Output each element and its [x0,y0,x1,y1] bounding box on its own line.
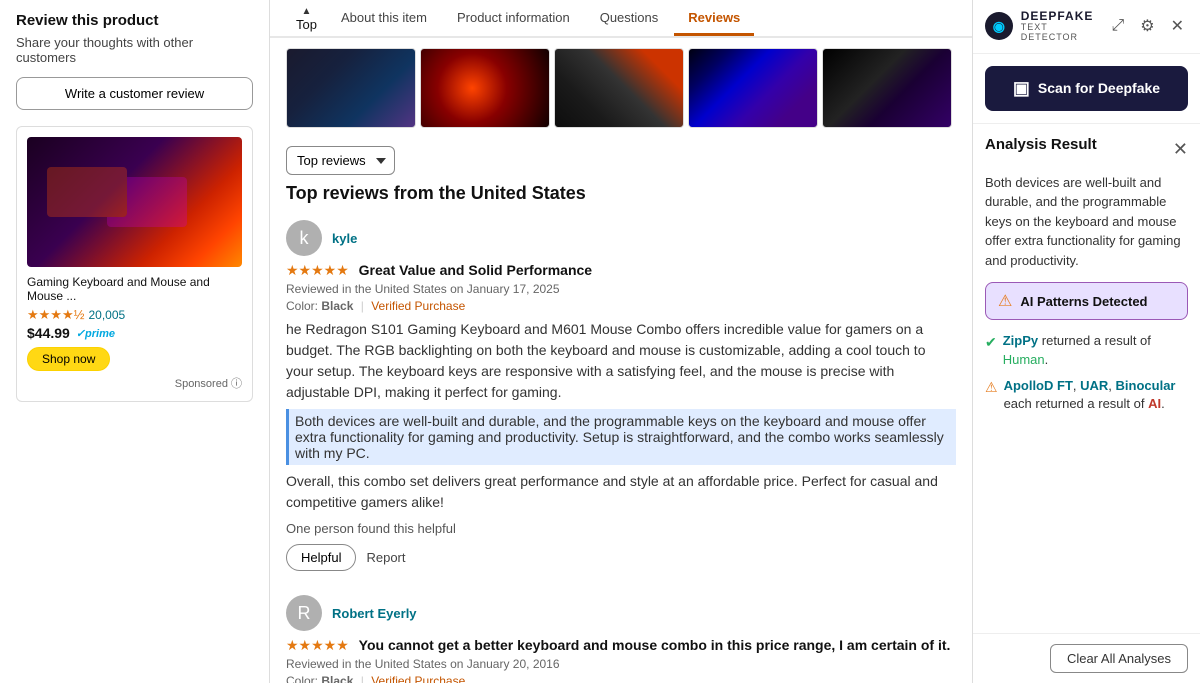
scan-btn-label: Scan for Deepfake [1038,80,1160,96]
clear-analyses-button[interactable]: Clear All Analyses [1050,644,1188,673]
df-header: ◉ DEEPFAKE TEXT DETECTOR ⤢ ⚙ ✕ [973,0,1200,54]
df-results-list: ✔ ZipPy returned a result of Human. ⚠ Ap… [985,332,1188,413]
df-header-icons: ⤢ ⚙ ✕ [1107,14,1188,38]
reviews-section: Top reviews from the United States k kyl… [270,183,972,683]
review-color-2: Color: Black | Verified Purchase [286,674,956,683]
sponsored-label: Sponsored ⓘ [27,375,242,391]
share-icon-button[interactable]: ⤢ [1107,15,1128,37]
review-card-1: k kyle ★★★★★ Great Value and Solid Perfo… [286,220,956,571]
review-body-1b: Overall, this combo set delivers great p… [286,471,956,513]
ai-patterns-badge: ⚠ AI Patterns Detected [985,282,1188,320]
shop-now-button[interactable]: Shop now [27,347,110,371]
tab-bar: ▲ Top About this item Product informatio… [270,0,972,38]
review-filter-row: Top reviews [270,138,972,183]
helpful-actions-1: Helpful Report [286,544,956,571]
tab-questions[interactable]: Questions [586,2,673,36]
df-analysis-panel: Analysis Result ✕ Both devices are well-… [973,123,1200,633]
tab-top[interactable]: ▲ Top [286,2,327,36]
product-thumb-3[interactable] [554,48,684,128]
review-meta-1: Reviewed in the United States on January… [286,282,956,296]
images-strip [270,38,972,138]
df-analysis-title: Analysis Result [985,136,1097,153]
product-price: $44.99 [27,325,70,341]
write-review-button[interactable]: Write a customer review [16,77,253,110]
reviewer-row-2: R Robert Eyerly [286,595,956,631]
tool-name-uar: UAR [1080,378,1108,393]
df-logo-icon: ◉ [985,12,1013,40]
review-filter-select[interactable]: Top reviews [286,146,395,175]
reviewer-row-1: k kyle [286,220,956,256]
helpful-button-1[interactable]: Helpful [286,544,356,571]
product-name: Gaming Keyboard and Mouse and Mouse ... [27,275,242,303]
product-stars: ★★★★½ [27,307,84,323]
product-thumb-4[interactable] [688,48,818,128]
top-arrow: ▲ [302,6,312,17]
reviews-title: Top reviews from the United States [286,183,956,204]
scan-deepfake-button[interactable]: ▣ Scan for Deepfake [985,66,1188,111]
product-ad: Gaming Keyboard and Mouse and Mouse ... … [16,126,253,402]
helpful-text-1: One person found this helpful [286,521,456,536]
review-headline-2: You cannot get a better keyboard and mou… [359,637,951,653]
patterns-detected-label: AI Patterns Detected [1020,294,1147,309]
df-footer: Clear All Analyses [973,633,1200,683]
result-text-zippy: ZipPy returned a result of Human. [1003,332,1188,368]
review-meta-2: Reviewed in the United States on January… [286,657,956,671]
df-logo: ◉ DEEPFAKE TEXT DETECTOR [985,10,1107,43]
sidebar: Review this product Share your thoughts … [0,0,270,683]
avatar-1: k [286,220,322,256]
reviewer-name-1[interactable]: kyle [332,231,357,246]
product-thumb-2[interactable] [420,48,550,128]
main-content: ▲ Top About this item Product informatio… [270,0,972,683]
close-icon-button[interactable]: ✕ [1167,14,1188,38]
review-card-2: R Robert Eyerly ★★★★★ You cannot get a b… [286,595,956,683]
df-logo-sub: TEXT DETECTOR [1021,23,1108,43]
check-icon-zippy: ✔ [985,333,997,353]
review-body-1: he Redragon S101 Gaming Keyboard and M60… [286,319,956,403]
sidebar-title: Review this product [16,12,253,29]
deepfake-panel: ◉ DEEPFAKE TEXT DETECTOR ⤢ ⚙ ✕ ▣ Scan fo… [972,0,1200,683]
df-logo-text: DEEPFAKE TEXT DETECTOR [1021,10,1108,43]
tab-product-info[interactable]: Product information [443,2,584,36]
result-item-zippy: ✔ ZipPy returned a result of Human. [985,332,1188,368]
review-headline-1: Great Value and Solid Performance [359,262,592,278]
tool-name-binocular: Binocular [1116,378,1176,393]
analysis-close-button[interactable]: ✕ [1173,139,1188,160]
warning-icon: ⚠ [998,291,1012,311]
tab-about-item[interactable]: About this item [327,2,441,36]
product-thumb-1[interactable] [286,48,416,128]
avatar-2: R [286,595,322,631]
product-price-row: $44.99 ✓prime [27,325,242,341]
result-item-apollo: ⚠ ApolloD FT, UAR, Binocular each return… [985,377,1188,413]
review-highlight-1: Both devices are well-built and durable,… [286,409,956,465]
helpful-row-1: One person found this helpful [286,521,956,536]
review-stars-2: ★★★★★ You cannot get a better keyboard a… [286,637,956,654]
product-thumb-5[interactable] [822,48,952,128]
report-link-1[interactable]: Report [366,550,405,565]
product-image [27,137,242,267]
review-color-1: Color: Black | Verified Purchase [286,299,956,313]
settings-icon-button[interactable]: ⚙ [1136,14,1158,38]
sidebar-subtitle: Share your thoughts with other customers [16,35,253,65]
result-text-apollo: ApolloD FT, UAR, Binocular each returned… [1004,377,1188,413]
product-stars-row: ★★★★½ 20,005 [27,307,242,323]
warn-icon-apollo: ⚠ [985,378,998,398]
df-result-text: Both devices are well-built and durable,… [985,173,1188,271]
tab-top-label: Top [296,17,317,32]
scan-icon: ▣ [1013,78,1030,99]
product-review-count[interactable]: 20,005 [88,308,125,322]
review-stars-1: ★★★★★ Great Value and Solid Performance [286,262,956,279]
prime-badge: ✓prime [76,327,115,340]
tab-reviews[interactable]: Reviews [674,2,754,36]
reviewer-name-2[interactable]: Robert Eyerly [332,606,417,621]
